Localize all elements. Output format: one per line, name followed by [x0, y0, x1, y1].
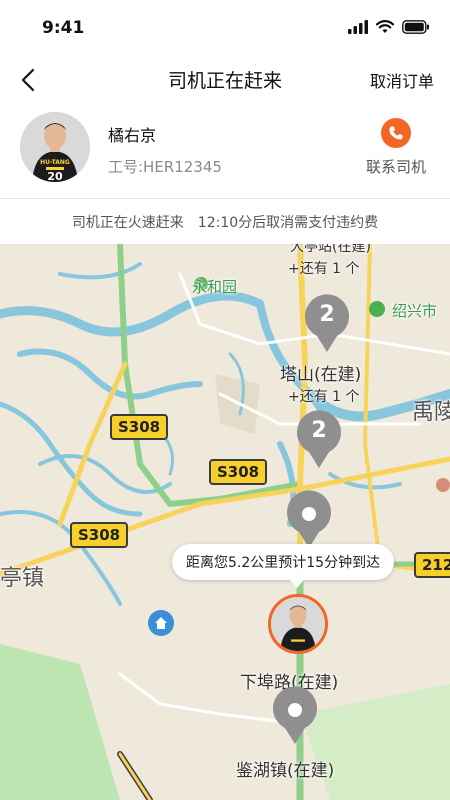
- route-shield-g12: 212: [414, 552, 450, 578]
- map-cluster-marker-middle[interactable]: 2: [295, 410, 343, 470]
- route-shield-s308-b: S308: [209, 459, 268, 485]
- driver-card: HU-TANG 20 橘右京 工号:HER12345 联系司机: [0, 104, 450, 198]
- map-location-marker-b[interactable]: [271, 686, 319, 746]
- map-cluster-marker-top[interactable]: 2: [303, 294, 351, 354]
- map-label-yonghe: 永和园: [192, 278, 238, 296]
- location-pin-icon: [273, 686, 317, 744]
- svg-text:HU-TANG: HU-TANG: [40, 159, 70, 166]
- map-location-marker-a[interactable]: [285, 490, 333, 550]
- route-shield-s308-a: S308: [110, 414, 169, 440]
- route-shield-s308-c: S308: [70, 522, 129, 548]
- home-poi-icon: [148, 610, 174, 636]
- map-label-ting: 亭镇: [0, 566, 45, 591]
- driver-photo: HU-TANG 20: [20, 112, 90, 182]
- driver-employee-id: 工号:HER12345: [108, 158, 222, 176]
- location-pin-icon: [287, 490, 331, 548]
- wifi-icon: [376, 20, 394, 33]
- status-time: 9:41: [42, 18, 85, 38]
- nav-bar: 司机正在赶来 取消订单: [0, 56, 450, 104]
- driver-avatar: HU-TANG 20: [20, 112, 90, 182]
- map-label-tashan: 塔山(在建): [280, 365, 362, 385]
- battery-icon: [402, 20, 429, 34]
- contact-driver-label: 联系司机: [365, 158, 426, 176]
- eta-bubble: 距离您5.2公里预计15分钟到达: [172, 544, 395, 588]
- cancel-order-button[interactable]: 取消订单: [370, 68, 434, 92]
- svg-text:20: 20: [47, 170, 63, 182]
- map-label-yu: 禹陵: [412, 400, 450, 425]
- map-label-jianhu: 鉴湖镇(在建): [236, 761, 335, 781]
- cluster-count: 2: [319, 302, 335, 327]
- map-label-more2: +还有 1 个: [288, 389, 360, 405]
- poi-pin-icon: [369, 301, 385, 317]
- driver-marker-avatar: [271, 597, 325, 651]
- map-view[interactable]: 大亭站(在建) +还有 1 个 永和园 绍兴市 塔山(在建) +还有 1 个 禹…: [0, 244, 450, 800]
- cancel-fee-notice: 司机正在火速赶来 12:10分后取消需支付违约费: [0, 199, 450, 244]
- contact-driver-button[interactable]: 联系司机: [360, 118, 432, 177]
- map-base: [0, 244, 450, 800]
- driver-location-marker[interactable]: [268, 594, 328, 654]
- phone-icon: [381, 118, 411, 148]
- status-icons: [348, 20, 430, 34]
- map-label-more1: +还有 1 个: [288, 261, 360, 277]
- map-label-station: 大亭站(在建): [290, 244, 371, 255]
- driver-name: 橘右京: [108, 126, 157, 145]
- cluster-count: 2: [311, 418, 327, 443]
- signal-icon: [348, 20, 368, 34]
- status-bar: 9:41: [0, 0, 450, 56]
- map-label-shaoxing: 绍兴市: [392, 302, 438, 320]
